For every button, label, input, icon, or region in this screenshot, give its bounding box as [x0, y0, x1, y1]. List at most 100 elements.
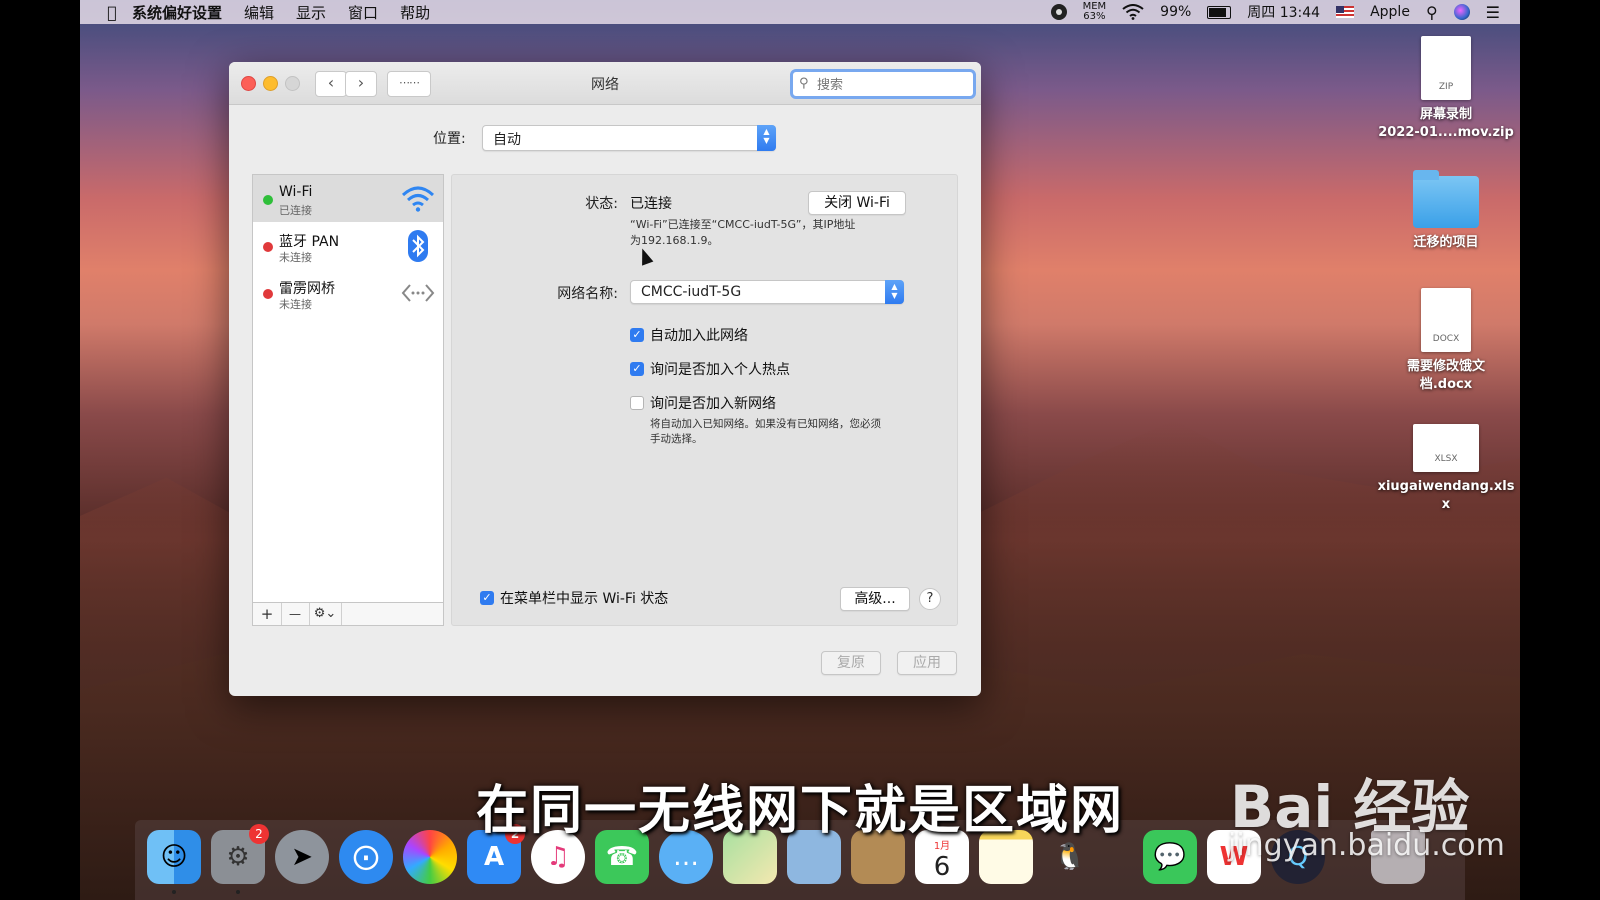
screen-record-icon[interactable]: [1050, 4, 1067, 20]
service-name: Wi-Fi: [279, 184, 313, 200]
bluetooth-icon: [408, 230, 428, 262]
menu-edit[interactable]: 编辑: [244, 2, 274, 23]
apple-menu-icon[interactable]: : [92, 3, 132, 22]
icon-label-line-1: 需要修改饿文: [1406, 359, 1485, 374]
service-item-bluetooth-pan[interactable]: 蓝牙 PAN 未连接: [253, 222, 443, 269]
turn-off-wifi-button[interactable]: 关闭 Wi-Fi: [808, 191, 906, 215]
service-item-wifi[interactable]: Wi-Fi 已连接: [253, 175, 443, 222]
status-dot: [263, 242, 273, 252]
connection-description: “Wi-Fi”已连接至“CMCC-iudT-5G”，其IP地址 为192.168…: [630, 217, 930, 249]
checkbox-label: 询问是否加入个人热点: [650, 362, 790, 378]
location-select[interactable]: 自动 ▲ ▼: [482, 125, 776, 151]
checkbox-label: 询问是否加入新网络: [650, 396, 776, 412]
apply-button[interactable]: 应用: [897, 651, 957, 675]
running-indicator: [236, 890, 240, 894]
icon-label-line-2: 档.docx: [1419, 377, 1473, 392]
ethernet-arrows-icon: [401, 284, 435, 302]
desktop-icon-docx[interactable]: DOCX 需要修改饿文 档.docx: [1376, 288, 1516, 394]
wifi-icon: [401, 186, 435, 212]
menu-clock[interactable]: 周四 13:44: [1247, 2, 1320, 22]
wifi-status-icon[interactable]: [1122, 4, 1144, 20]
spotlight-search-icon[interactable]: ⚲: [1426, 3, 1438, 22]
note-line-2: 手动选择。: [650, 433, 703, 445]
desktop-icon-xlsx[interactable]: XLSX xiugaiwendang.xls x: [1376, 424, 1516, 514]
notification-center-icon[interactable]: ☰: [1486, 3, 1500, 22]
search-field[interactable]: ⚲: [790, 69, 976, 99]
location-value: 自动: [493, 132, 521, 148]
description-line-2: 为192.168.1.9。: [630, 234, 719, 247]
service-action-gear-button[interactable]: ⚙︎⌄: [309, 603, 342, 625]
location-label: 位置:: [433, 131, 466, 147]
wifi-detail-panel: 状态: 已连接 关闭 Wi-Fi “Wi-Fi”已连接至“CMCC-iudT-5…: [451, 174, 958, 626]
menu-extras: MEM 63% 99% 周四 13:44 Apple ⚲ ☰: [1050, 0, 1500, 24]
service-status: 未连接: [279, 298, 312, 311]
network-name-label: 网络名称:: [557, 286, 618, 302]
input-source-flag-icon[interactable]: [1336, 6, 1355, 18]
status-label: 状态:: [585, 196, 618, 212]
menu-view[interactable]: 显示: [296, 2, 326, 23]
checkbox-checked-icon: ✓: [630, 362, 644, 376]
icon-label-line-2: 2022-01....mov.zip: [1378, 125, 1514, 140]
auto-join-checkbox[interactable]: ✓ 自动加入此网络: [630, 326, 748, 344]
network-name-select[interactable]: CMCC-iudT-5G ▲ ▼: [630, 280, 904, 304]
ask-join-hotspot-checkbox[interactable]: ✓ 询问是否加入个人热点: [630, 360, 790, 378]
checkbox-unchecked-icon: [630, 396, 644, 410]
xlsx-file-icon: XLSX: [1413, 424, 1479, 472]
status-dot: [263, 289, 273, 299]
memory-indicator[interactable]: MEM 63%: [1083, 2, 1107, 22]
service-name: 雷雳网桥: [279, 281, 335, 297]
network-preferences-window: ‹ › ⋯⋯ 网络 ⚲ 位置: 自动 ▲▼ Wi-Fi 已连接 蓝牙 PAN 未…: [229, 62, 981, 696]
folder-icon: [1413, 170, 1479, 228]
service-list: Wi-Fi 已连接 蓝牙 PAN 未连接 雷雳网桥 未连接 + — ⚙︎⌄: [252, 174, 444, 626]
menu-app-name[interactable]: 系统偏好设置: [132, 2, 222, 23]
icon-label-line-1: 屏幕录制: [1419, 107, 1472, 122]
search-input[interactable]: [815, 72, 969, 98]
menu-help[interactable]: 帮助: [400, 2, 430, 23]
file-type-badge: DOCX: [1432, 334, 1460, 344]
file-type-badge: ZIP: [1438, 82, 1454, 92]
service-status: 已连接: [279, 204, 312, 217]
help-button[interactable]: ?: [919, 588, 941, 610]
checkbox-checked-icon: ✓: [630, 328, 644, 342]
service-item-thunderbolt-bridge[interactable]: 雷雳网桥 未连接: [253, 269, 443, 316]
new-network-note: 将自动加入已知网络。如果没有已知网络，您必须 手动选择。: [650, 417, 940, 447]
ask-join-new-network-checkbox[interactable]: 询问是否加入新网络: [630, 394, 776, 412]
advanced-button[interactable]: 高级...: [840, 587, 910, 611]
docx-file-icon: DOCX: [1421, 288, 1471, 352]
baidu-watermark-url: jingyan.baidu.com: [1228, 828, 1505, 863]
menu-window[interactable]: 窗口: [348, 2, 378, 23]
checkbox-label: 自动加入此网络: [650, 328, 748, 344]
service-name: 蓝牙 PAN: [279, 234, 340, 250]
icon-label-line-1: 迁移的项目: [1413, 235, 1479, 250]
calendar-day: 6: [933, 852, 951, 882]
file-type-badge: XLSX: [1434, 454, 1458, 464]
remove-service-button[interactable]: —: [281, 603, 310, 625]
note-line-1: 将自动加入已知网络。如果没有已知网络，您必须: [650, 418, 881, 430]
select-stepper-icon: ▲ ▼: [885, 280, 904, 304]
icon-label-line-2: x: [1441, 497, 1451, 512]
menu-user[interactable]: Apple: [1370, 4, 1410, 20]
siri-icon[interactable]: [1453, 4, 1470, 20]
show-wifi-in-menubar-checkbox[interactable]: ✓ 在菜单栏中显示 Wi-Fi 状态: [480, 589, 668, 607]
select-stepper-icon: ▲ ▼: [757, 125, 776, 151]
revert-button[interactable]: 复原: [821, 651, 881, 675]
search-icon: ⚲: [799, 76, 809, 91]
add-service-button[interactable]: +: [253, 603, 282, 625]
desktop-icon-folder[interactable]: 迁移的项目: [1376, 170, 1516, 252]
zip-file-icon: ZIP: [1421, 36, 1471, 100]
icon-label-line-1: xiugaiwendang.xls: [1377, 479, 1515, 494]
window-titlebar: ‹ › ⋯⋯ 网络 ⚲: [229, 62, 981, 105]
battery-icon[interactable]: [1207, 5, 1232, 19]
checkbox-label: 在菜单栏中显示 Wi-Fi 状态: [500, 591, 669, 607]
menu-bar:  系统偏好设置 编辑 显示 窗口 帮助 MEM63% 99% 周四 13:44…: [80, 0, 1520, 24]
memory-value: 63%: [1083, 11, 1106, 22]
running-indicator: [172, 890, 176, 894]
desktop-icon-zip[interactable]: ZIP 屏幕录制 2022-01....mov.zip: [1376, 36, 1516, 142]
service-status: 未连接: [279, 251, 312, 264]
status-value: 已连接: [630, 196, 672, 212]
status-dot: [263, 195, 273, 205]
checkbox-checked-icon: ✓: [480, 591, 494, 605]
battery-percent: 99%: [1160, 4, 1192, 20]
network-name-value: CMCC-iudT-5G: [641, 284, 742, 300]
description-line-1: “Wi-Fi”已连接至“CMCC-iudT-5G”，其IP地址: [630, 218, 856, 231]
